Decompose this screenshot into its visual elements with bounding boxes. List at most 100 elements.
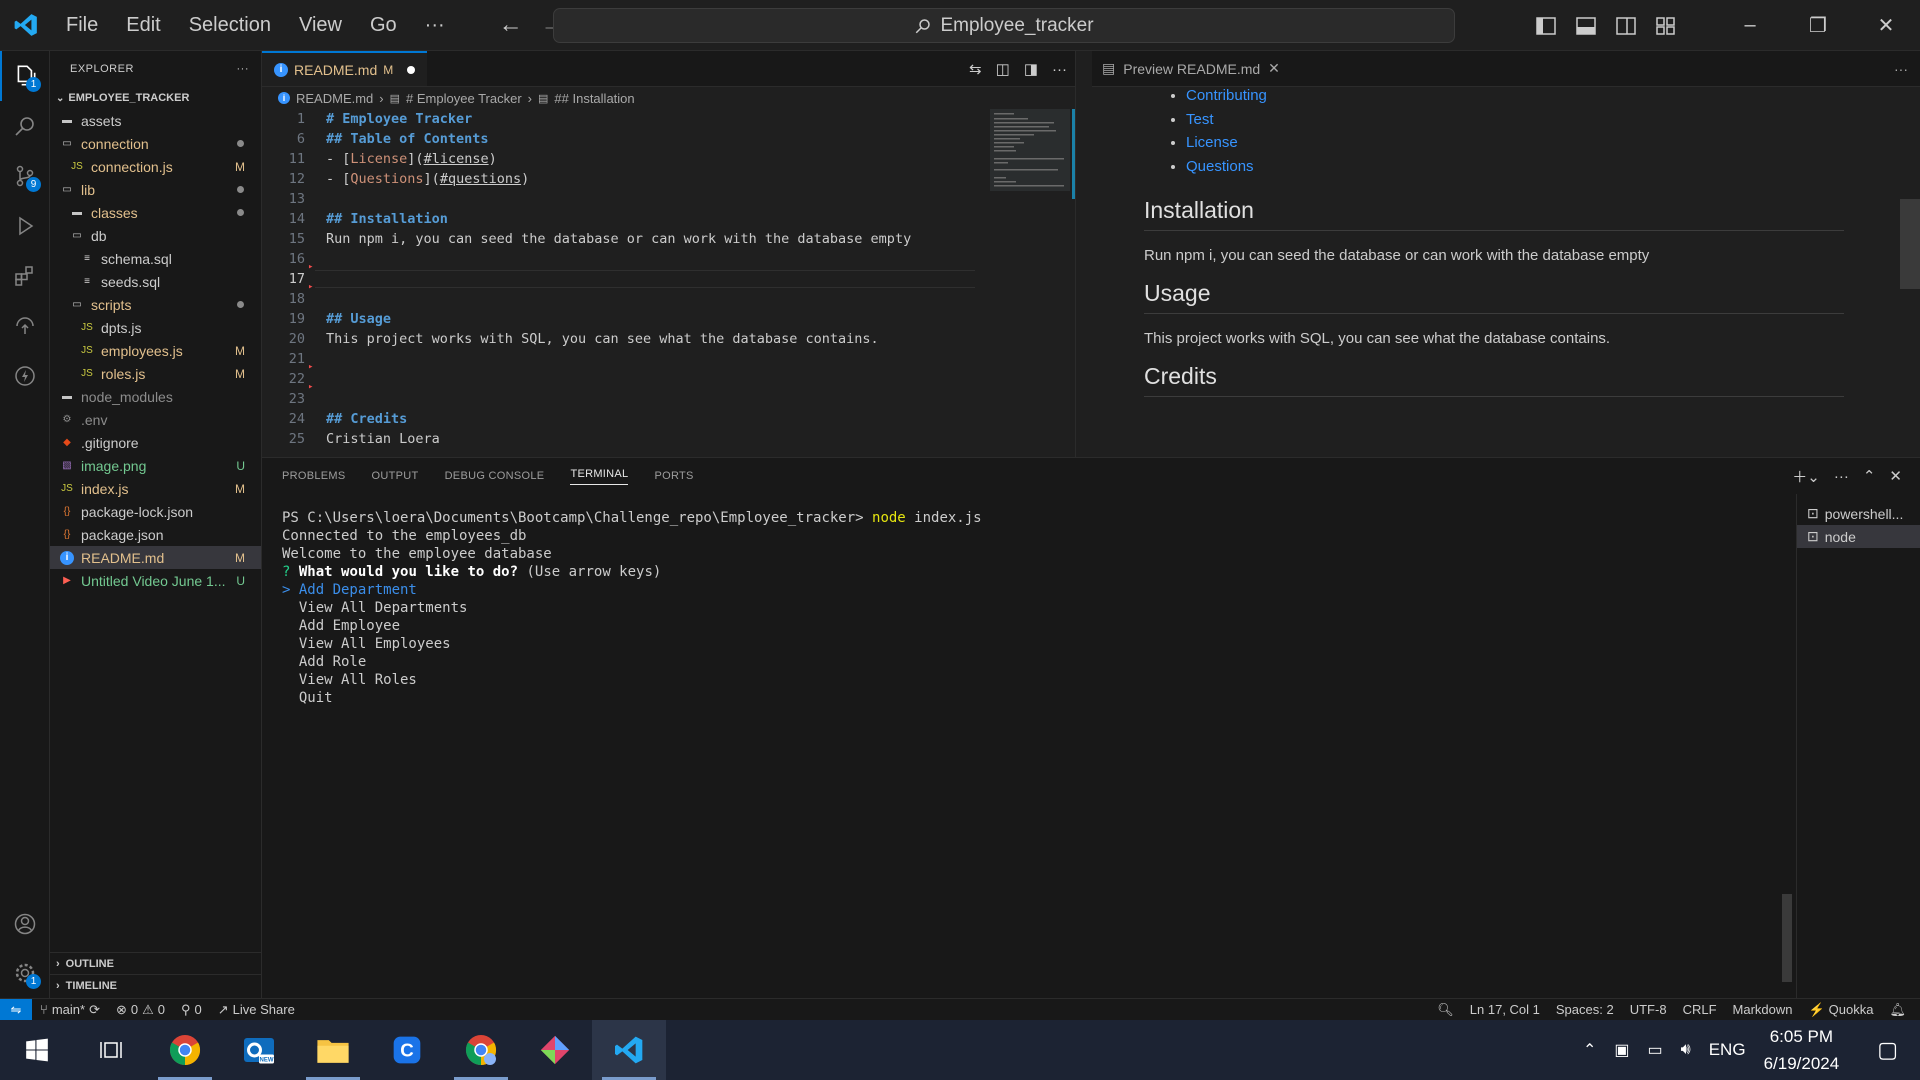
accounts-icon[interactable] — [0, 899, 50, 949]
split-editor-icon[interactable]: ◨ — [1024, 60, 1038, 78]
language-mode[interactable]: Markdown — [1725, 1002, 1801, 1017]
tree-item[interactable]: ▬ classes — [50, 201, 261, 224]
tree-item[interactable]: ▧ image.png U — [50, 454, 261, 477]
run-debug-icon[interactable] — [0, 201, 50, 251]
close-panel-icon[interactable]: ✕ — [1889, 467, 1902, 485]
more-actions-icon[interactable]: ··· — [1894, 61, 1908, 77]
clock[interactable]: 6:05 PM 6/19/2024 — [1764, 1023, 1840, 1077]
minimize-button[interactable]: – — [1716, 14, 1784, 37]
unsaved-dot-icon[interactable] — [407, 65, 416, 74]
manage-gear-icon[interactable]: 1 — [0, 948, 50, 998]
open-preview-side-icon[interactable]: ◫ — [996, 60, 1010, 78]
breadcrumb-heading1[interactable]: # Employee Tracker — [406, 91, 522, 106]
tree-item[interactable]: {} package-lock.json — [50, 500, 261, 523]
cursor-app-icon[interactable]: C — [370, 1020, 444, 1080]
meet-now-icon[interactable]: ▣ — [1614, 1040, 1629, 1060]
tree-item[interactable]: ◆ .gitignore — [50, 431, 261, 454]
tree-item[interactable]: ▭ scripts — [50, 293, 261, 316]
live-share-button[interactable]: ↗ Live Share — [210, 1002, 303, 1018]
prompt-choice[interactable]: Add Role — [282, 654, 982, 672]
tree-item[interactable]: JS roles.js M — [50, 362, 261, 385]
notifications-bell-icon[interactable]: 🔔︎ — [1881, 1002, 1920, 1018]
tree-item[interactable]: ▭ db — [50, 224, 261, 247]
prompt-choice[interactable]: Quit — [282, 690, 982, 708]
explorer-more-actions-icon[interactable]: ··· — [237, 63, 250, 75]
tree-item[interactable]: ≡ seeds.sql — [50, 270, 261, 293]
terminal-scrollbar[interactable] — [1782, 894, 1792, 982]
encoding[interactable]: UTF-8 — [1622, 1002, 1675, 1017]
tree-item[interactable]: ▬ assets — [50, 109, 261, 132]
remote-indicator-icon[interactable]: ⇋ — [0, 998, 32, 1021]
quokka-icon[interactable] — [0, 351, 50, 401]
quokka-status[interactable]: ⚡ Quokka — [1800, 1002, 1881, 1018]
source-control-icon[interactable]: 9 — [0, 151, 50, 201]
prompt-choice[interactable]: View All Departments — [282, 600, 982, 618]
tree-item[interactable]: ≡ schema.sql — [50, 247, 261, 270]
windows-start-icon[interactable] — [0, 1020, 74, 1080]
tree-item[interactable]: JS index.js M — [50, 477, 261, 500]
breadcrumb-heading2[interactable]: ## Installation — [554, 91, 634, 106]
search-activity-icon[interactable] — [0, 101, 50, 151]
toggle-secondary-sidebar-icon[interactable] — [1606, 16, 1646, 35]
ports-indicator[interactable]: ⚲ 0 — [173, 1002, 210, 1018]
prompt-choice[interactable]: > Add Department — [282, 582, 982, 600]
project-root[interactable]: ⌄ EMPLOYEE_TRACKER — [50, 87, 261, 109]
preview-scrollbar[interactable] — [1900, 199, 1920, 289]
tab-readme[interactable]: i README.md M — [262, 51, 428, 86]
tree-item[interactable]: JS dpts.js — [50, 316, 261, 339]
restore-button[interactable]: ❐ — [1784, 13, 1852, 38]
outlook-new-icon[interactable]: NEW — [222, 1020, 296, 1080]
toc-link-test[interactable]: Test — [1186, 111, 1214, 128]
terminal-item-powershell[interactable]: ⊡ powershell... — [1797, 502, 1920, 525]
toc-link-license[interactable]: License — [1186, 134, 1238, 151]
prompt-choice[interactable]: View All Employees — [282, 636, 982, 654]
menu-more[interactable]: ··· — [411, 14, 459, 37]
menu-go[interactable]: Go — [356, 14, 411, 37]
tab-ports[interactable]: PORTS — [654, 470, 693, 482]
tree-item[interactable]: {} package.json — [50, 523, 261, 546]
tree-item[interactable]: i README.md M — [50, 546, 261, 569]
timeline-section[interactable]: › TIMELINE — [50, 974, 262, 996]
toc-link-questions[interactable]: Questions — [1186, 158, 1254, 175]
menu-view[interactable]: View — [285, 14, 356, 37]
terminal-item-node[interactable]: ⊡ node — [1797, 525, 1920, 548]
prompt-choice[interactable]: View All Roles — [282, 672, 982, 690]
menu-edit[interactable]: Edit — [112, 14, 174, 37]
tab-debug-console[interactable]: DEBUG CONSOLE — [445, 470, 545, 482]
tree-item[interactable]: ▭ lib — [50, 178, 261, 201]
menu-file[interactable]: File — [52, 14, 112, 37]
cursor-position[interactable]: Ln 17, Col 1 — [1462, 1002, 1548, 1017]
line-ending[interactable]: CRLF — [1675, 1002, 1725, 1017]
chrome-profile-icon[interactable] — [444, 1020, 518, 1080]
git-app-icon[interactable] — [518, 1020, 592, 1080]
volume-icon[interactable]: 🔊︎ — [1681, 1041, 1691, 1059]
task-view-icon[interactable] — [74, 1020, 148, 1080]
more-actions-icon[interactable]: ··· — [1834, 468, 1849, 485]
vscode-taskbar-icon[interactable] — [592, 1020, 666, 1080]
indentation[interactable]: Spaces: 2 — [1548, 1002, 1622, 1017]
tab-terminal[interactable]: TERMINAL — [570, 468, 629, 485]
input-language[interactable]: ENG — [1709, 1040, 1746, 1060]
extensions-icon[interactable] — [0, 251, 50, 301]
minimap[interactable] — [986, 109, 1076, 457]
more-actions-icon[interactable]: ··· — [1052, 61, 1067, 78]
tree-item[interactable]: JS connection.js M — [50, 155, 261, 178]
file-explorer-icon[interactable] — [296, 1020, 370, 1080]
tree-item[interactable]: JS employees.js M — [50, 339, 261, 362]
back-arrow-icon[interactable]: ← — [499, 11, 523, 39]
explorer-icon[interactable]: 1 — [0, 51, 50, 101]
outline-section[interactable]: › OUTLINE — [50, 952, 262, 974]
remote-explorer-icon[interactable] — [0, 301, 50, 351]
tree-item[interactable]: ▬ node_modules — [50, 385, 261, 408]
breadcrumb-file[interactable]: README.md — [296, 91, 373, 106]
tab-preview-readme[interactable]: ▤ Preview README.md ✕ ··· — [1092, 51, 1920, 87]
show-hidden-icons-icon[interactable]: ⌃ — [1583, 1040, 1596, 1060]
tree-item[interactable]: ▶ Untitled Video June 1... U — [50, 569, 261, 592]
maximize-panel-icon[interactable]: ⌃ — [1863, 467, 1876, 485]
zoom-icon[interactable]: 🔍︎ — [1429, 1002, 1462, 1018]
problems-indicator[interactable]: ⊗ 0 ⚠ 0 — [108, 1002, 173, 1018]
compare-changes-icon[interactable]: ⇆ — [969, 60, 982, 78]
tree-item[interactable]: ▭ connection — [50, 132, 261, 155]
customize-layout-icon[interactable] — [1646, 16, 1686, 35]
code-editor[interactable]: 1 # Employee Tracker 6 ## Table of Contents… — [262, 109, 992, 449]
